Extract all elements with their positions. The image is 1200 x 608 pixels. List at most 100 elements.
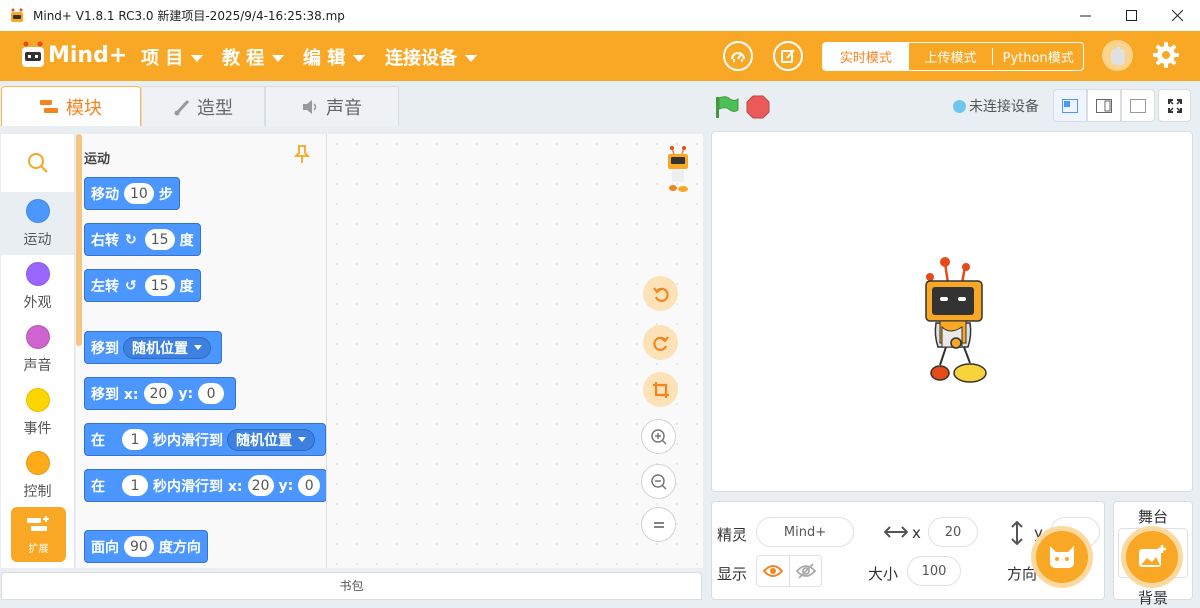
block-y-input[interactable]: 0 xyxy=(198,383,225,404)
chevron-down-icon xyxy=(353,54,366,62)
hide-sprite-button[interactable] xyxy=(789,556,821,586)
zoom-reset-button[interactable] xyxy=(641,507,676,542)
block-goto[interactable]: 移到 随机位置 xyxy=(84,331,222,364)
close-icon xyxy=(1171,10,1183,21)
block-text: 在 xyxy=(91,478,105,495)
block-search-button[interactable] xyxy=(1,134,74,192)
mindplus-logo: Mind+ xyxy=(20,39,127,75)
block-glide-to[interactable]: 在 1 秒内滑行到 随机位置 xyxy=(84,423,326,456)
menu-tutorial[interactable]: 教 程 xyxy=(222,44,285,70)
block-number-input[interactable]: 15 xyxy=(144,229,175,250)
mindplus-robot-sprite[interactable] xyxy=(920,255,995,390)
block-number-input[interactable]: 15 xyxy=(144,275,175,296)
block-text: 秒内滑行到 xyxy=(153,432,223,449)
blocks-icon xyxy=(40,99,60,115)
block-move-steps[interactable]: 移动 10 步 xyxy=(84,177,180,210)
backpack-bar[interactable]: 书包 xyxy=(1,572,702,600)
category-sound[interactable]: 声音 xyxy=(1,318,74,381)
x-position-input[interactable]: 20 xyxy=(928,517,978,547)
user-avatar[interactable] xyxy=(1102,40,1133,71)
zoom-out-button[interactable] xyxy=(641,464,676,499)
extensions-button[interactable]: 扩展 xyxy=(11,507,66,562)
stop-icon[interactable] xyxy=(746,95,770,119)
block-text: 秒内滑行到 x: xyxy=(153,478,243,495)
green-flag-icon[interactable] xyxy=(714,95,740,119)
zoom-in-icon xyxy=(650,428,667,445)
layout-small-stage-button[interactable] xyxy=(1053,89,1087,122)
tab-costumes[interactable]: 造型 xyxy=(141,86,265,126)
rotate-right-icon: ↻ xyxy=(125,231,137,248)
category-looks[interactable]: 外观 xyxy=(1,255,74,318)
layout-hide-stage-button[interactable] xyxy=(1121,89,1155,122)
mode-realtime[interactable]: 实时模式 xyxy=(823,43,909,70)
undo-icon xyxy=(652,286,669,302)
block-number-input[interactable]: 90 xyxy=(124,536,154,557)
crop-button[interactable] xyxy=(643,372,678,407)
close-button[interactable] xyxy=(1154,0,1200,31)
minimize-button[interactable] xyxy=(1062,0,1108,31)
undo-button[interactable] xyxy=(643,276,678,311)
fullscreen-button[interactable] xyxy=(1158,89,1191,122)
sprite-name-input[interactable]: Mind+ xyxy=(756,517,854,547)
category-control[interactable]: 控制 xyxy=(1,444,74,507)
menu-project-label: 项 目 xyxy=(141,48,184,69)
block-categories: 运动 外观 声音 事件 控制 xyxy=(1,134,75,568)
block-number-input[interactable]: 1 xyxy=(122,475,148,496)
edit-icon xyxy=(781,49,795,63)
backdrop-label: 背景 xyxy=(1137,589,1168,607)
block-number-input[interactable]: 1 xyxy=(122,429,148,450)
extensions-label: 扩展 xyxy=(28,543,49,555)
block-x-input[interactable]: 20 xyxy=(143,383,174,404)
choose-sprite-button[interactable] xyxy=(1031,526,1093,588)
mode-python[interactable]: Python模式 xyxy=(993,43,1083,70)
menu-edit[interactable]: 编 辑 xyxy=(303,44,366,70)
block-turn-right[interactable]: 右转 ↻ 15 度 xyxy=(84,223,201,256)
block-x-input[interactable]: 20 xyxy=(247,475,274,496)
chevron-down-icon xyxy=(191,54,204,62)
block-glide-xy[interactable]: 在 1 秒内滑行到 x: 20 y: 0 xyxy=(84,469,326,502)
rotate-left-icon: ↺ xyxy=(125,277,137,294)
redo-button[interactable] xyxy=(643,325,678,360)
zoom-in-button[interactable] xyxy=(641,419,676,454)
eye-icon xyxy=(763,565,784,577)
block-turn-left[interactable]: 左转 ↺ 15 度 xyxy=(84,269,201,302)
block-goto-xy[interactable]: 移到 x: 20 y: 0 xyxy=(84,377,237,410)
choose-backdrop-button[interactable] xyxy=(1121,526,1183,588)
settings-gear-icon[interactable] xyxy=(1152,41,1180,69)
tab-sounds[interactable]: 声音 xyxy=(265,86,399,126)
layout-normal-stage-button[interactable] xyxy=(1087,89,1121,122)
show-sprite-button[interactable] xyxy=(757,556,789,586)
menu-connect-device[interactable]: 连接设备 xyxy=(385,44,477,70)
category-control-label: 控制 xyxy=(23,483,52,500)
block-point-direction[interactable]: 面向 90 度方向 xyxy=(84,530,208,563)
pin-icon[interactable] xyxy=(293,144,311,164)
sound-color-dot xyxy=(25,324,50,349)
size-input[interactable]: 100 xyxy=(907,556,961,586)
device-status: 未连接设备 xyxy=(953,96,1039,116)
hide-stage-icon xyxy=(1130,98,1146,113)
speaker-icon xyxy=(302,99,320,115)
crop-icon xyxy=(652,381,669,398)
size-label: 大小 xyxy=(868,565,899,583)
block-text: 左转 xyxy=(91,278,119,295)
mindplus-app-icon xyxy=(11,8,23,22)
block-number-input[interactable]: 10 xyxy=(124,183,154,204)
category-motion[interactable]: 运动 xyxy=(1,192,74,255)
chevron-down-icon xyxy=(465,54,477,62)
minimize-icon xyxy=(1079,15,1091,17)
x-label: x xyxy=(912,524,921,542)
dashboard-button[interactable] xyxy=(723,41,753,71)
menu-project[interactable]: 项 目 xyxy=(141,44,204,70)
maximize-button[interactable] xyxy=(1108,0,1154,31)
tab-blocks[interactable]: 模块 xyxy=(1,86,141,126)
redo-icon xyxy=(652,335,669,351)
block-dropdown[interactable]: 随机位置 xyxy=(227,428,315,451)
palette-scrollbar[interactable] xyxy=(76,134,82,346)
category-events[interactable]: 事件 xyxy=(1,381,74,444)
menu-tutorial-label: 教 程 xyxy=(222,48,265,69)
edit-button[interactable] xyxy=(773,41,803,71)
block-y-input[interactable]: 0 xyxy=(298,475,321,496)
block-dropdown[interactable]: 随机位置 xyxy=(123,336,211,359)
mode-upload[interactable]: 上传模式 xyxy=(909,43,993,70)
block-text: 移到 x: xyxy=(91,386,139,403)
